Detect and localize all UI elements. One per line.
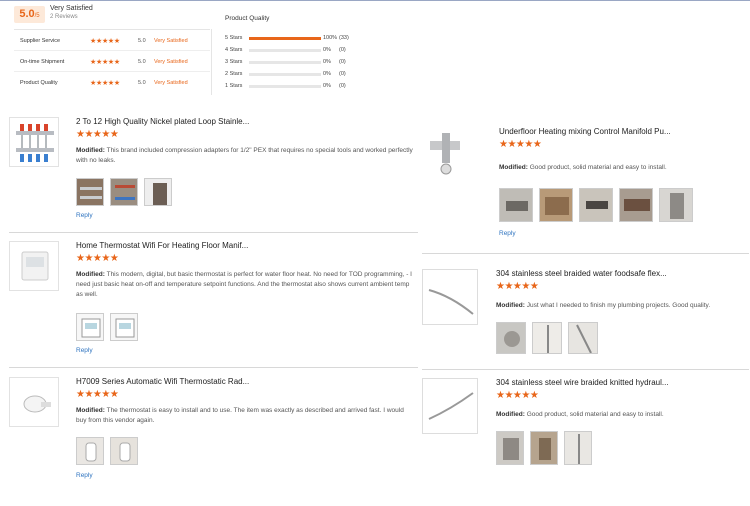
summary-divider xyxy=(211,29,212,95)
review-stars-icon: ★★★★★ xyxy=(76,253,119,264)
review-card: 304 stainless steel braided water foodsa… xyxy=(422,269,748,364)
review-photos xyxy=(496,322,598,354)
review-stars-icon: ★★★★★ xyxy=(76,129,119,140)
review-text: Modified: Just what I needed to finish m… xyxy=(496,302,711,309)
product-title[interactable]: 304 stainless steel braided water foodsa… xyxy=(496,269,667,278)
review-photo[interactable] xyxy=(619,188,653,222)
review-card: H7009 Series Automatic Wifi Thermostatic… xyxy=(9,377,417,487)
rating-summary-table: Supplier Service ★★★★★ 5.0 Very Satisfie… xyxy=(14,29,210,95)
review-text: Modified: The thermostat is easy to inst… xyxy=(76,407,404,424)
review-photos xyxy=(496,431,592,465)
product-title[interactable]: Underfloor Heating mixing Control Manifo… xyxy=(499,127,671,136)
reviews-count: 2 Reviews xyxy=(50,14,78,20)
review-photo[interactable] xyxy=(564,431,592,465)
review-photo[interactable] xyxy=(76,313,104,341)
overall-rating-word: Very Satisfied xyxy=(50,5,93,12)
review-stars-icon: ★★★★★ xyxy=(76,389,119,400)
star-rating-icon: ★★★★★ xyxy=(90,80,120,87)
product-title[interactable]: 2 To 12 High Quality Nickel plated Loop … xyxy=(76,117,249,126)
star-rating-icon: ★★★★★ xyxy=(90,38,120,45)
reply-link[interactable]: Reply xyxy=(76,347,93,354)
review-divider xyxy=(9,367,418,368)
review-photo[interactable] xyxy=(530,431,558,465)
review-text: Modified: This brand included compressio… xyxy=(76,147,413,164)
product-quality-title: Product Quality xyxy=(225,15,270,22)
summary-row-supplier-service: Supplier Service ★★★★★ 5.0 Very Satisfie… xyxy=(14,30,210,51)
review-divider xyxy=(9,232,418,233)
review-photos xyxy=(499,188,693,222)
review-photo[interactable] xyxy=(76,178,104,206)
product-thumbnail[interactable] xyxy=(422,269,478,325)
review-photo[interactable] xyxy=(496,431,524,465)
product-thumbnail[interactable] xyxy=(9,377,59,427)
product-thumbnail[interactable] xyxy=(422,127,472,177)
review-photo[interactable] xyxy=(110,313,138,341)
product-thumbnail[interactable] xyxy=(9,117,59,167)
review-photo[interactable] xyxy=(499,188,533,222)
review-stars-icon: ★★★★★ xyxy=(499,139,542,150)
distribution-bar xyxy=(249,85,321,88)
review-photo[interactable] xyxy=(539,188,573,222)
review-photos xyxy=(76,313,138,341)
review-photo[interactable] xyxy=(144,178,172,206)
review-stars-icon: ★★★★★ xyxy=(496,390,539,401)
review-photo[interactable] xyxy=(76,437,104,465)
reply-link[interactable]: Reply xyxy=(499,230,516,237)
review-card: 2 To 12 High Quality Nickel plated Loop … xyxy=(9,117,417,227)
summary-row-product-quality: Product Quality ★★★★★ 5.0 Very Satisfied xyxy=(20,80,188,87)
product-thumbnail[interactable] xyxy=(422,378,478,434)
review-divider xyxy=(422,369,749,370)
product-title[interactable]: 304 stainless steel wire braided knitted… xyxy=(496,378,669,387)
review-photo[interactable] xyxy=(659,188,693,222)
product-title[interactable]: H7009 Series Automatic Wifi Thermostatic… xyxy=(76,377,249,386)
reply-link[interactable]: Reply xyxy=(76,212,93,219)
review-photo[interactable] xyxy=(496,322,526,354)
distribution-bar xyxy=(249,49,321,52)
review-text: Modified: Good product, solid material a… xyxy=(496,411,664,418)
review-photos xyxy=(76,437,138,465)
review-photo[interactable] xyxy=(532,322,562,354)
distribution-bar xyxy=(249,37,321,40)
reply-link[interactable]: Reply xyxy=(76,472,93,479)
star-rating-icon: ★★★★★ xyxy=(90,59,120,66)
review-divider xyxy=(422,253,749,254)
review-photo[interactable] xyxy=(579,188,613,222)
summary-row-on-time-shipment: On-time Shipment ★★★★★ 5.0 Very Satisfie… xyxy=(14,51,210,72)
product-title[interactable]: Home Thermostat Wifi For Heating Floor M… xyxy=(76,241,248,250)
review-text: Modified: This modern, digital, but basi… xyxy=(76,271,412,298)
review-card: Underfloor Heating mixing Control Manifo… xyxy=(422,127,748,242)
product-thumbnail[interactable] xyxy=(9,241,59,291)
review-photo[interactable] xyxy=(110,178,138,206)
distribution-bar xyxy=(249,61,321,64)
review-photo[interactable] xyxy=(568,322,598,354)
review-card: Home Thermostat Wifi For Heating Floor M… xyxy=(9,241,417,361)
review-photo[interactable] xyxy=(110,437,138,465)
distribution-bar xyxy=(249,73,321,76)
top-border xyxy=(0,0,750,1)
review-stars-icon: ★★★★★ xyxy=(496,281,539,292)
overall-score-badge: 5.0/5 xyxy=(14,6,45,23)
review-card: 304 stainless steel wire braided knitted… xyxy=(422,378,748,478)
review-photos xyxy=(76,178,172,206)
review-text: Modified: Good product, solid material a… xyxy=(499,164,667,171)
